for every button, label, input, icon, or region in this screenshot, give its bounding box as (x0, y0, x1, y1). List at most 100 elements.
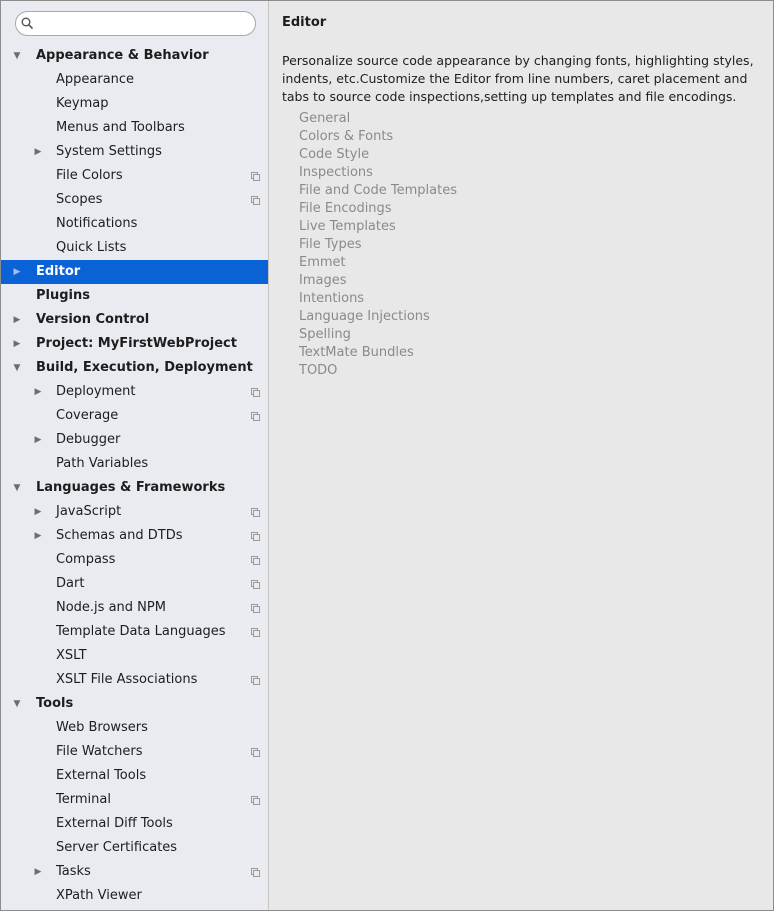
sidebar-item-notifications[interactable]: Notifications (1, 212, 268, 236)
search-icon (21, 17, 34, 30)
sidebar-item-scopes[interactable]: Scopes (1, 188, 268, 212)
sidebar-item-label: Quick Lists (56, 240, 127, 255)
sidebar-item-label: XSLT (56, 648, 87, 663)
sidebar-item-server-certificates[interactable]: Server Certificates (1, 836, 268, 860)
sidebar-item-label: File Watchers (56, 744, 143, 759)
sidebar-item-label: Languages & Frameworks (36, 480, 226, 495)
sidebar-item-label: Appearance (56, 72, 135, 87)
sidebar-item-file-watchers[interactable]: File Watchers (1, 740, 268, 764)
project-level-icon (251, 508, 260, 517)
expand-arrow-icon[interactable]: ▶ (32, 380, 44, 404)
sidebar-item-schemas-and-dtds[interactable]: ▶ Schemas and DTDs (1, 524, 268, 548)
sidebar-item-tasks[interactable]: ▶ Tasks (1, 860, 268, 884)
link-images[interactable]: Images (299, 272, 457, 290)
project-level-icon (251, 676, 260, 685)
link-spelling[interactable]: Spelling (299, 326, 457, 344)
project-level-icon (251, 196, 260, 205)
sidebar-item-label: Scopes (56, 192, 103, 207)
sidebar-item-appearance[interactable]: Appearance (1, 68, 268, 92)
sidebar-item-build-execution-deployment[interactable]: ▼ Build, Execution, Deployment (1, 356, 268, 380)
expand-arrow-icon[interactable]: ▶ (11, 308, 23, 332)
sidebar-item-web-browsers[interactable]: Web Browsers (1, 716, 268, 740)
link-emmet[interactable]: Emmet (299, 254, 457, 272)
sidebar-item-javascript[interactable]: ▶ JavaScript (1, 500, 268, 524)
expand-arrow-icon[interactable]: ▶ (32, 524, 44, 548)
sidebar-item-debugger[interactable]: ▶ Debugger (1, 428, 268, 452)
expand-arrow-icon[interactable]: ▶ (11, 332, 23, 356)
sidebar-item-compass[interactable]: Compass (1, 548, 268, 572)
collapse-arrow-icon[interactable]: ▼ (11, 44, 23, 68)
project-level-icon (251, 748, 260, 757)
sidebar-item-keymap[interactable]: Keymap (1, 92, 268, 116)
collapse-arrow-icon[interactable]: ▼ (11, 476, 23, 500)
sidebar-item-label: Compass (56, 552, 116, 567)
collapse-arrow-icon[interactable]: ▼ (11, 692, 23, 716)
expand-arrow-icon[interactable]: ▶ (11, 260, 23, 284)
search-input[interactable] (38, 15, 252, 34)
collapse-arrow-icon[interactable]: ▼ (11, 356, 23, 380)
link-general[interactable]: General (299, 110, 457, 128)
sidebar-item-terminal[interactable]: Terminal (1, 788, 268, 812)
sidebar-item-label: XSLT File Associations (56, 672, 198, 687)
sidebar-item-xpath-viewer[interactable]: XPath Viewer (1, 884, 268, 908)
search-box[interactable] (15, 11, 256, 36)
expand-arrow-icon[interactable]: ▶ (32, 500, 44, 524)
sidebar-item-label: Template Data Languages (56, 624, 226, 639)
sidebar-item-file-colors[interactable]: File Colors (1, 164, 268, 188)
sidebar-item-label: JavaScript (56, 504, 122, 519)
sidebar-item-xslt[interactable]: XSLT (1, 644, 268, 668)
project-level-icon (251, 628, 260, 637)
link-intentions[interactable]: Intentions (299, 290, 457, 308)
sidebar-item-label: XPath Viewer (56, 888, 142, 903)
sidebar-item-project-myfirstwebproject[interactable]: ▶ Project: MyFirstWebProject (1, 332, 268, 356)
sidebar-item-quick-lists[interactable]: Quick Lists (1, 236, 268, 260)
sidebar-item-label: External Diff Tools (56, 816, 173, 831)
sidebar-item-appearance-and-behavior[interactable]: ▼ Appearance & Behavior (1, 44, 268, 68)
sidebar-item-menus-and-toolbars[interactable]: Menus and Toolbars (1, 116, 268, 140)
expand-arrow-icon[interactable]: ▶ (32, 860, 44, 884)
sidebar-item-plugins[interactable]: Plugins (1, 284, 268, 308)
page-title: Editor (282, 15, 327, 30)
sidebar-item-languages-and-frameworks[interactable]: ▼ Languages & Frameworks (1, 476, 268, 500)
sidebar-item-label: Coverage (56, 408, 119, 423)
settings-content-panel: Editor Personalize source code appearanc… (269, 1, 773, 910)
project-level-icon (251, 412, 260, 421)
link-file-and-code-templates[interactable]: File and Code Templates (299, 182, 457, 200)
sidebar-item-external-diff-tools[interactable]: External Diff Tools (1, 812, 268, 836)
sidebar-item-coverage[interactable]: Coverage (1, 404, 268, 428)
sidebar-item-label: Appearance & Behavior (36, 48, 209, 63)
expand-arrow-icon[interactable]: ▶ (32, 428, 44, 452)
sidebar-item-editor[interactable]: ▶ Editor (1, 260, 268, 284)
sidebar-item-node-js-and-npm[interactable]: Node.js and NPM (1, 596, 268, 620)
sidebar-item-template-data-languages[interactable]: Template Data Languages (1, 620, 268, 644)
expand-arrow-icon[interactable]: ▶ (32, 140, 44, 164)
project-level-icon (251, 796, 260, 805)
settings-window: ▼ Appearance & Behavior Appearance Keymap Me… (0, 0, 774, 911)
sidebar-item-system-settings[interactable]: ▶ System Settings (1, 140, 268, 164)
link-todo[interactable]: TODO (299, 362, 457, 380)
settings-tree: ▼ Appearance & Behavior Appearance Keymap Me… (1, 44, 268, 908)
link-textmate-bundles[interactable]: TextMate Bundles (299, 344, 457, 362)
sidebar-item-label: Tasks (56, 864, 91, 879)
link-file-types[interactable]: File Types (299, 236, 457, 254)
link-code-style[interactable]: Code Style (299, 146, 457, 164)
sidebar-item-deployment[interactable]: ▶ Deployment (1, 380, 268, 404)
sidebar-item-label: Node.js and NPM (56, 600, 166, 615)
link-inspections[interactable]: Inspections (299, 164, 457, 182)
link-file-encodings[interactable]: File Encodings (299, 200, 457, 218)
sidebar-item-dart[interactable]: Dart (1, 572, 268, 596)
link-colors-and-fonts[interactable]: Colors & Fonts (299, 128, 457, 146)
sidebar-item-tools[interactable]: ▼ Tools (1, 692, 268, 716)
sidebar-item-xslt-file-associations[interactable]: XSLT File Associations (1, 668, 268, 692)
sidebar-item-label: Version Control (36, 312, 150, 327)
sidebar-item-label: External Tools (56, 768, 147, 783)
project-level-icon (251, 556, 260, 565)
link-language-injections[interactable]: Language Injections (299, 308, 457, 326)
sidebar-item-label: Menus and Toolbars (56, 120, 185, 135)
sidebar-item-label: Terminal (56, 792, 111, 807)
link-live-templates[interactable]: Live Templates (299, 218, 457, 236)
sidebar-item-external-tools[interactable]: External Tools (1, 764, 268, 788)
sidebar-item-label: Debugger (56, 432, 121, 447)
sidebar-item-version-control[interactable]: ▶ Version Control (1, 308, 268, 332)
sidebar-item-path-variables[interactable]: Path Variables (1, 452, 268, 476)
